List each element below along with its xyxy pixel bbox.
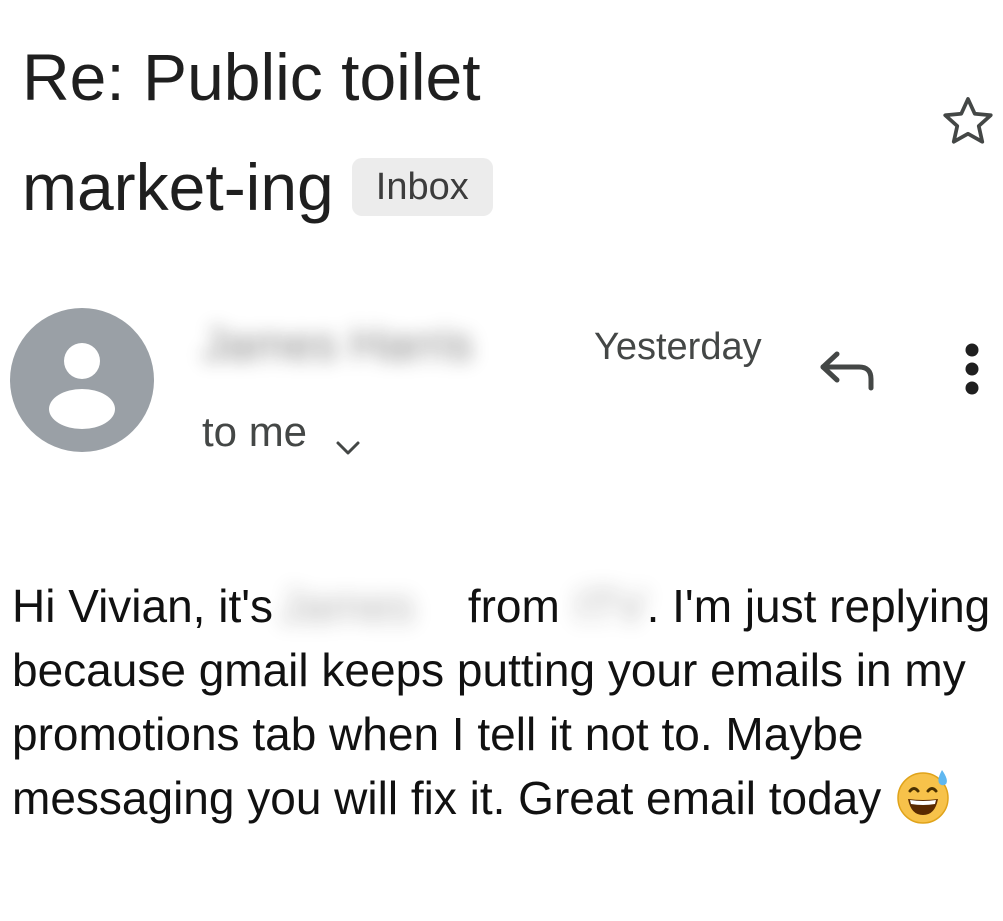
email-timestamp: Yesterday <box>594 326 762 368</box>
subject-line-2-text: market-ing <box>22 150 334 224</box>
subject-line-2: market-ing Inbox <box>22 132 902 242</box>
default-avatar-icon <box>49 343 115 429</box>
redacted-company: ITV <box>574 580 647 632</box>
email-body: Hi Vivian, it's James from ITV. I'm just … <box>12 574 997 831</box>
star-icon[interactable] <box>938 92 998 152</box>
recipient-details-toggle[interactable]: to me <box>202 406 361 458</box>
body-from: from <box>467 580 560 632</box>
recipient-text: to me <box>202 408 308 455</box>
email-subject: Re: Public toilet market-ing Inbox <box>22 22 902 242</box>
more-vertical-icon <box>965 343 979 395</box>
grinning-face-with-sweat-emoji <box>895 767 953 825</box>
chevron-down-icon <box>335 419 361 455</box>
redacted-name: James <box>279 580 415 632</box>
reply-icon <box>820 351 874 391</box>
sender-name[interactable]: James Harris <box>202 316 572 372</box>
body-greeting: Hi Vivian, it's <box>12 580 274 632</box>
subject-line-1: Re: Public toilet <box>22 40 481 114</box>
sender-avatar[interactable] <box>10 308 154 452</box>
more-options-button[interactable] <box>950 340 994 400</box>
reply-button[interactable] <box>815 340 881 396</box>
inbox-label-chip[interactable]: Inbox <box>351 157 493 216</box>
